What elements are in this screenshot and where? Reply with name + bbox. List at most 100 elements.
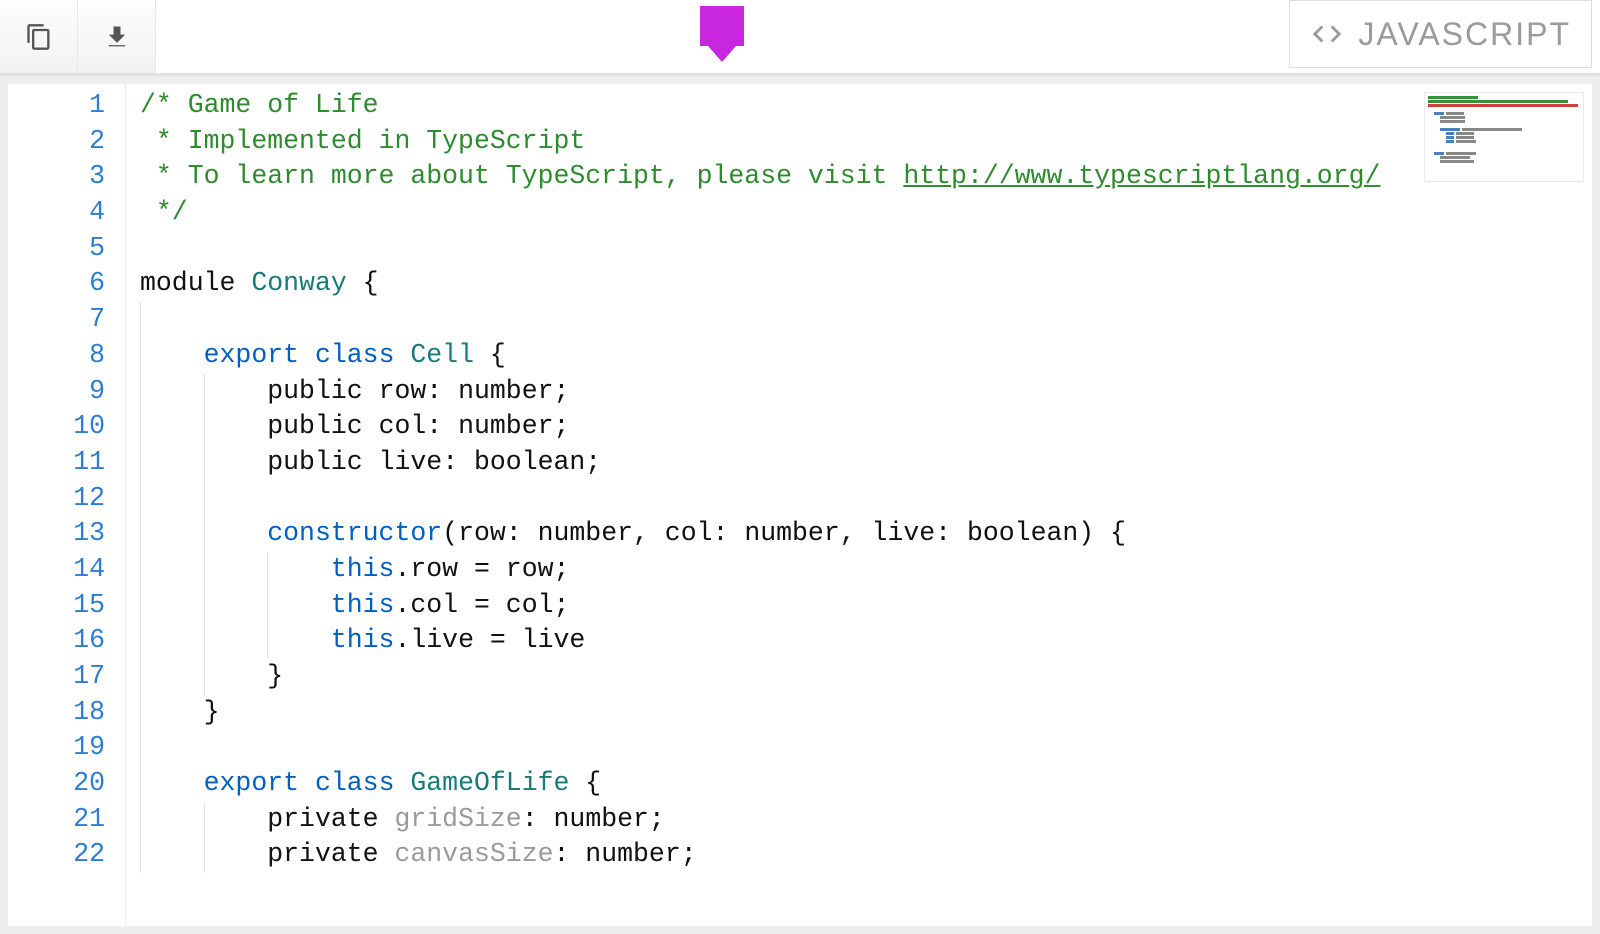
- code-line[interactable]: [140, 481, 1592, 517]
- code-line[interactable]: }: [140, 695, 1592, 731]
- line-number: 19: [8, 730, 105, 766]
- indent-guide: [140, 730, 141, 766]
- line-number: 18: [8, 695, 105, 731]
- line-number: 6: [8, 266, 105, 302]
- indent-guide: [267, 588, 268, 624]
- code-line[interactable]: module Conway {: [140, 266, 1592, 302]
- line-number: 3: [8, 159, 105, 195]
- code-text: * To learn more about TypeScript, please…: [140, 161, 1380, 191]
- copy-button[interactable]: [0, 0, 78, 73]
- indent-guide: [267, 552, 268, 588]
- line-number: 20: [8, 766, 105, 802]
- indent-guide: [204, 837, 205, 873]
- indent-guide: [140, 338, 141, 374]
- code-text: * Implemented in TypeScript: [140, 126, 585, 156]
- indent-guide: [140, 837, 141, 873]
- code-text: constructor(row: number, col: number, li…: [140, 518, 1126, 548]
- line-number: 4: [8, 195, 105, 231]
- indent-guide: [204, 552, 205, 588]
- code-line[interactable]: public row: number;: [140, 374, 1592, 410]
- line-number: 11: [8, 445, 105, 481]
- code-text: */: [140, 197, 188, 227]
- code-line[interactable]: this.col = col;: [140, 588, 1592, 624]
- indent-guide: [140, 302, 141, 338]
- indent-guide: [140, 659, 141, 695]
- code-line[interactable]: /* Game of Life: [140, 88, 1592, 124]
- indent-guide: [140, 695, 141, 731]
- code-text: this.live = live: [140, 625, 585, 655]
- toolbar-left: [0, 0, 156, 73]
- position-marker[interactable]: [700, 6, 744, 46]
- line-number: 10: [8, 409, 105, 445]
- indent-guide: [204, 481, 205, 517]
- code-line[interactable]: export class Cell {: [140, 338, 1592, 374]
- code-line[interactable]: private gridSize: number;: [140, 802, 1592, 838]
- code-line[interactable]: constructor(row: number, col: number, li…: [140, 516, 1592, 552]
- code-text: /* Game of Life: [140, 90, 379, 120]
- indent-guide: [140, 481, 141, 517]
- code-text: public live: boolean;: [140, 447, 601, 477]
- indent-guide: [204, 516, 205, 552]
- language-label: JAVASCRIPT: [1358, 16, 1571, 53]
- code-line[interactable]: * To learn more about TypeScript, please…: [140, 159, 1592, 195]
- code-text: private gridSize: number;: [140, 804, 665, 834]
- line-number: 17: [8, 659, 105, 695]
- code-text: private canvasSize: number;: [140, 839, 697, 869]
- line-number: 12: [8, 481, 105, 517]
- indent-guide: [204, 659, 205, 695]
- code-editor[interactable]: 12345678910111213141516171819202122 /* G…: [8, 84, 1592, 926]
- line-number: 16: [8, 623, 105, 659]
- indent-guide: [204, 623, 205, 659]
- code-line[interactable]: * Implemented in TypeScript: [140, 124, 1592, 160]
- indent-guide: [204, 588, 205, 624]
- indent-guide: [140, 374, 141, 410]
- indent-guide: [204, 445, 205, 481]
- indent-guide: [140, 409, 141, 445]
- code-text: export class Cell {: [140, 340, 506, 370]
- code-line[interactable]: [140, 730, 1592, 766]
- code-line[interactable]: public live: boolean;: [140, 445, 1592, 481]
- indent-guide: [140, 766, 141, 802]
- line-number: 8: [8, 338, 105, 374]
- code-area[interactable]: /* Game of Life * Implemented in TypeScr…: [126, 84, 1592, 926]
- indent-guide: [140, 623, 141, 659]
- line-number: 9: [8, 374, 105, 410]
- line-number: 21: [8, 802, 105, 838]
- code-line[interactable]: public col: number;: [140, 409, 1592, 445]
- language-badge[interactable]: JAVASCRIPT: [1289, 0, 1592, 68]
- indent-guide: [140, 445, 141, 481]
- indent-guide: [140, 516, 141, 552]
- copy-icon: [25, 22, 53, 52]
- code-line[interactable]: this.row = row;: [140, 552, 1592, 588]
- code-text: [140, 732, 204, 762]
- code-line[interactable]: this.live = live: [140, 623, 1592, 659]
- line-number: 5: [8, 231, 105, 267]
- download-button[interactable]: [78, 0, 156, 73]
- line-number: 7: [8, 302, 105, 338]
- line-number: 15: [8, 588, 105, 624]
- line-number: 14: [8, 552, 105, 588]
- minimap[interactable]: [1424, 92, 1584, 182]
- code-line[interactable]: private canvasSize: number;: [140, 837, 1592, 873]
- code-line[interactable]: [140, 231, 1592, 267]
- code-line[interactable]: */: [140, 195, 1592, 231]
- code-text: [140, 304, 204, 334]
- code-line[interactable]: }: [140, 659, 1592, 695]
- line-number: 1: [8, 88, 105, 124]
- code-line[interactable]: export class GameOfLife {: [140, 766, 1592, 802]
- code-text: }: [140, 661, 283, 691]
- download-icon: [103, 22, 131, 52]
- indent-guide: [267, 623, 268, 659]
- indent-guide: [204, 409, 205, 445]
- code-line[interactable]: [140, 302, 1592, 338]
- indent-guide: [140, 588, 141, 624]
- line-number: 13: [8, 516, 105, 552]
- code-text: module Conway {: [140, 268, 379, 298]
- indent-guide: [204, 374, 205, 410]
- indent-guide: [140, 552, 141, 588]
- code-text: }: [140, 697, 220, 727]
- indent-guide: [204, 802, 205, 838]
- line-number-gutter: 12345678910111213141516171819202122: [8, 84, 126, 926]
- line-number: 22: [8, 837, 105, 873]
- line-number: 2: [8, 124, 105, 160]
